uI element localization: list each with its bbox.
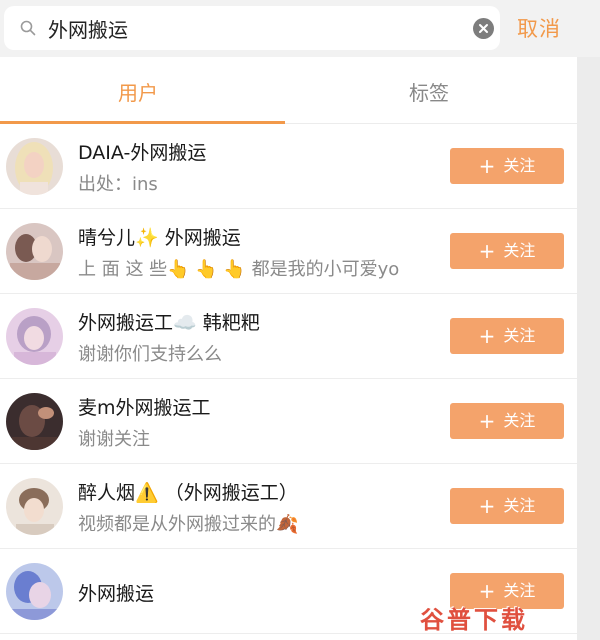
follow-label: 关注	[503, 241, 536, 260]
tab-tags[interactable]: 标签	[409, 77, 449, 106]
user-row[interactable]: 晴兮儿✨ 外网搬运 上 面 这 些👆 👆 👆 都是我的小可爱yo + 关注	[0, 209, 577, 294]
plus-icon: +	[478, 494, 496, 518]
follow-button[interactable]: + 关注	[450, 233, 564, 269]
avatar[interactable]	[6, 223, 63, 280]
close-icon	[479, 24, 488, 33]
avatar[interactable]	[6, 138, 63, 195]
plus-icon: +	[478, 154, 496, 178]
plus-icon: +	[478, 239, 496, 263]
follow-label: 关注	[503, 496, 536, 515]
avatar[interactable]	[6, 563, 63, 620]
follow-label: 关注	[503, 581, 536, 600]
user-name[interactable]: 麦m外网搬运工	[78, 393, 211, 420]
search-box[interactable]	[4, 6, 500, 50]
user-name[interactable]: 外网搬运	[78, 579, 154, 606]
user-row[interactable]: 醉人烟⚠️ （外网搬运工） 视频都是从外网搬过来的🍂 + 关注	[0, 464, 577, 549]
follow-button[interactable]: + 关注	[450, 488, 564, 524]
follow-label: 关注	[503, 411, 536, 430]
plus-icon: +	[478, 409, 496, 433]
follow-button[interactable]: + 关注	[450, 403, 564, 439]
avatar[interactable]	[6, 393, 63, 450]
search-icon	[20, 20, 36, 36]
user-name[interactable]: DAIA-外网搬运	[78, 138, 206, 165]
user-description: 出处：ins	[78, 174, 158, 195]
user-row[interactable]: 麦m外网搬运工 谢谢关注 + 关注	[0, 379, 577, 464]
follow-button[interactable]: + 关注	[450, 318, 564, 354]
user-row[interactable]: DAIA-外网搬运 出处：ins + 关注	[0, 124, 577, 209]
user-name[interactable]: 外网搬运工☁️ 韩粑粑	[78, 308, 260, 335]
search-input[interactable]	[48, 14, 448, 42]
follow-label: 关注	[503, 326, 536, 345]
user-row[interactable]: 外网搬运工☁️ 韩粑粑 谢谢你们支持么么 + 关注	[0, 294, 577, 379]
user-name[interactable]: 醉人烟⚠️ （外网搬运工）	[78, 478, 298, 505]
cancel-button[interactable]: 取消	[517, 13, 561, 43]
tab-users[interactable]: 用户	[118, 77, 158, 106]
user-description: 谢谢关注	[78, 429, 150, 450]
user-description: 视频都是从外网搬过来的🍂	[78, 514, 299, 535]
follow-label: 关注	[503, 156, 536, 175]
user-name[interactable]: 晴兮儿✨ 外网搬运	[78, 223, 241, 250]
results-panel: 用户 标签 DAIA-外网搬运 出处：ins + 关注 晴兮儿✨ 外网搬运 上 …	[0, 57, 577, 640]
right-edge-strip	[577, 57, 600, 640]
user-description: 谢谢你们支持么么	[78, 344, 222, 365]
follow-button[interactable]: + 关注	[450, 148, 564, 184]
plus-icon: +	[478, 324, 496, 348]
clear-search-button[interactable]	[473, 18, 494, 39]
search-bar: 取消	[0, 0, 600, 57]
tab-bar: 用户 标签	[0, 57, 577, 124]
user-description: 上 面 这 些👆 👆 👆 都是我的小可爱yo	[78, 259, 400, 280]
watermark: 谷普下载	[420, 606, 528, 634]
avatar[interactable]	[6, 478, 63, 535]
avatar[interactable]	[6, 308, 63, 365]
